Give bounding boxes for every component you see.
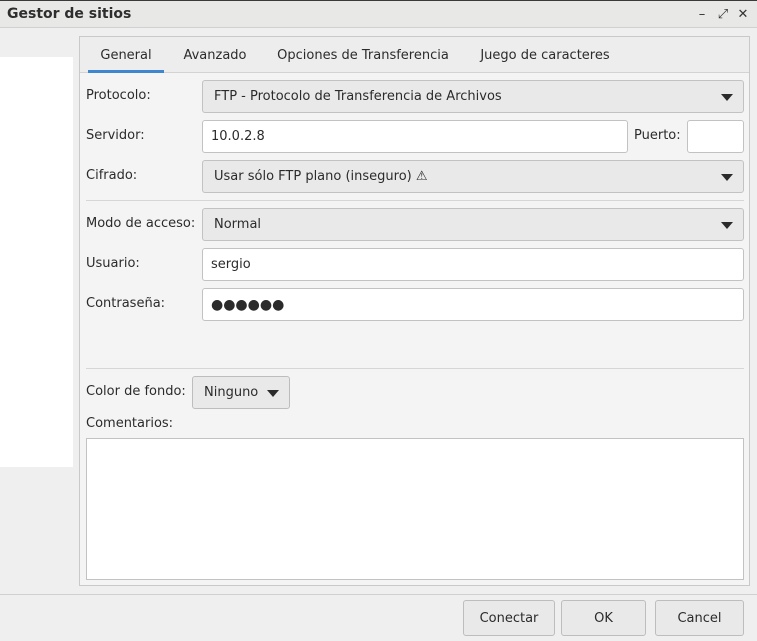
chevron-down-icon [721,94,733,101]
password-label: Contraseña: [86,296,166,311]
footer-divider [0,594,757,595]
bg-color-value: Ninguno [204,385,259,400]
minimize-icon[interactable]: – [693,5,711,23]
user-value: sergio [211,257,251,272]
comments-textarea[interactable] [86,438,744,580]
site-settings-panel: General Avanzado Opciones de Transferenc… [79,36,750,586]
port-input[interactable] [687,120,744,153]
tab-transfer-options[interactable]: Opciones de Transferencia [270,37,456,73]
protocol-value: FTP - Protocolo de Transferencia de Arch… [214,89,502,104]
password-value: ●●●●●● [211,296,285,313]
divider [86,200,744,201]
window-title: Gestor de sitios [7,6,132,22]
title-bar: Gestor de sitios – ⤢ ✕ [0,0,757,28]
encryption-value: Usar sólo FTP plano (inseguro) ⚠ [214,169,428,184]
encryption-select[interactable]: Usar sólo FTP plano (inseguro) ⚠ [202,160,744,193]
protocol-select[interactable]: FTP - Protocolo de Transferencia de Arch… [202,80,744,113]
chevron-down-icon [267,390,279,397]
port-label: Puerto: [634,128,681,143]
close-icon[interactable]: ✕ [734,5,752,23]
access-mode-select[interactable]: Normal [202,208,744,241]
chevron-down-icon [721,174,733,181]
tab-general[interactable]: General [88,37,164,73]
password-input[interactable]: ●●●●●● [202,288,744,321]
bg-color-select[interactable]: Ninguno [192,376,290,409]
divider [86,368,744,369]
tab-charset[interactable]: Juego de caracteres [472,37,618,73]
chevron-down-icon [721,222,733,229]
protocol-label: Protocolo: [86,88,151,103]
user-input[interactable]: sergio [202,248,744,281]
access-mode-label: Modo de acceso: [86,216,196,231]
bg-color-label: Color de fondo: [86,384,186,399]
tab-advanced[interactable]: Avanzado [175,37,255,73]
site-tree-panel[interactable] [0,57,73,467]
ok-button[interactable]: OK [561,600,646,636]
encryption-label: Cifrado: [86,168,138,183]
access-mode-value: Normal [214,217,262,232]
server-input[interactable]: 10.0.2.8 [202,120,628,153]
server-label: Servidor: [86,128,145,143]
comments-label: Comentarios: [86,416,174,431]
user-label: Usuario: [86,256,140,271]
maximize-icon[interactable]: ⤢ [714,5,732,23]
connect-button[interactable]: Conectar [463,600,555,636]
server-value: 10.0.2.8 [211,129,265,144]
cancel-button[interactable]: Cancel [655,600,744,636]
settings-tabs: General Avanzado Opciones de Transferenc… [80,37,749,73]
